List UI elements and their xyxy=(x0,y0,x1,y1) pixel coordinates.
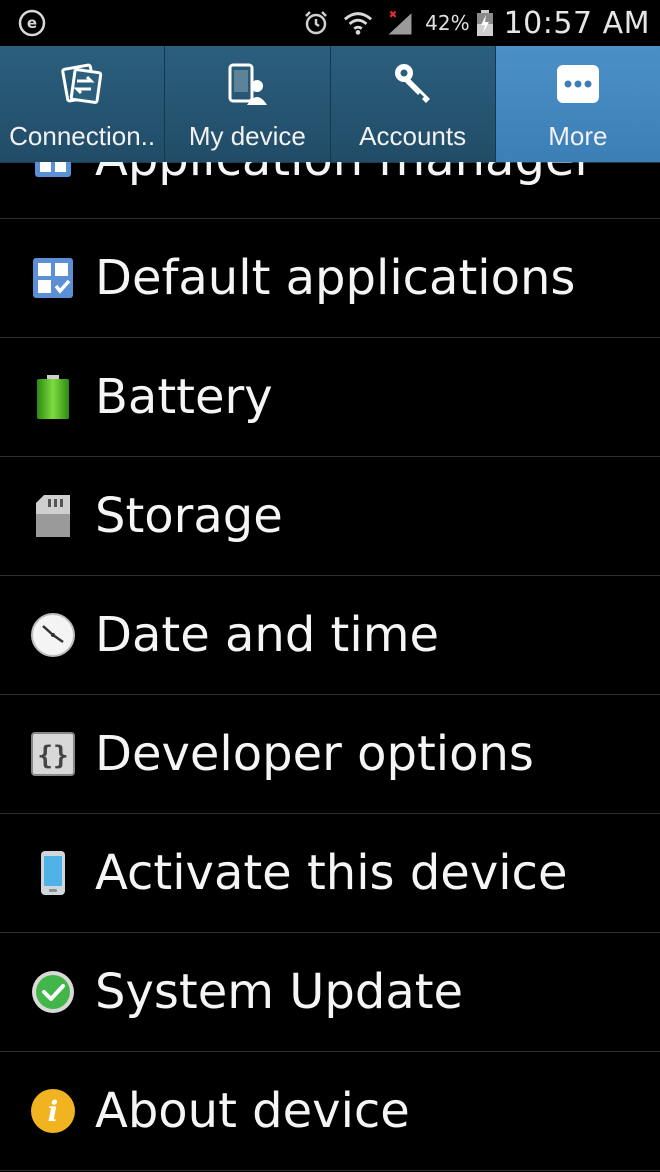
e-notification-icon: e xyxy=(18,9,46,37)
default-applications-icon xyxy=(30,255,76,301)
tab-label: Accounts xyxy=(359,121,467,151)
tab-label: Connection.. xyxy=(9,121,156,151)
more-dots-icon xyxy=(554,60,602,108)
item-label: About device xyxy=(95,1083,410,1139)
item-label: System Update xyxy=(95,964,464,1020)
list-item-application-manager[interactable]: Application manager xyxy=(0,162,660,219)
tab-accounts[interactable]: Accounts xyxy=(331,46,496,162)
list-item-storage[interactable]: Storage xyxy=(0,457,660,576)
accounts-key-icon xyxy=(389,60,437,108)
item-label: Battery xyxy=(95,369,273,425)
phone-icon xyxy=(30,850,76,896)
signal-no-data-icon xyxy=(385,8,415,38)
battery-charging-icon xyxy=(474,8,496,38)
info-icon: i xyxy=(30,1088,76,1134)
storage-icon xyxy=(30,493,76,539)
settings-list[interactable]: Application manager Default applications xyxy=(0,162,660,1172)
item-label: Date and time xyxy=(95,607,439,663)
status-bar: e 42% 10:57 AM xyxy=(0,0,660,46)
battery-icon xyxy=(30,374,76,420)
list-item-date-and-time[interactable]: Date and time xyxy=(0,576,660,695)
tab-label: My device xyxy=(188,121,306,151)
item-label: Developer options xyxy=(95,726,534,782)
clock-time: 10:57 AM xyxy=(503,5,650,41)
item-label: Activate this device xyxy=(95,845,568,901)
tab-more[interactable]: More xyxy=(495,46,660,162)
svg-text:i: i xyxy=(48,1095,59,1128)
item-label: Default applications xyxy=(95,250,576,306)
developer-options-icon: {} xyxy=(30,731,76,777)
tab-my-device[interactable]: My device xyxy=(165,46,331,162)
wifi-icon xyxy=(343,8,373,38)
list-item-developer-options[interactable]: {} Developer options xyxy=(0,695,660,814)
application-manager-icon xyxy=(30,162,76,182)
item-label: Storage xyxy=(95,488,283,544)
list-item-activate-this-device[interactable]: Activate this device xyxy=(0,814,660,933)
battery-percent: 42% xyxy=(425,11,470,35)
tab-label: More xyxy=(548,121,608,151)
list-item-default-applications[interactable]: Default applications xyxy=(0,219,660,338)
list-item-battery[interactable]: Battery xyxy=(0,338,660,457)
list-item-system-update[interactable]: System Update xyxy=(0,933,660,1052)
settings-tab-bar: Connection.. My device Accounts More xyxy=(0,46,660,163)
connections-icon xyxy=(58,60,106,108)
svg-text:e: e xyxy=(27,14,37,32)
item-label: Application manager xyxy=(95,162,594,187)
svg-text:{}: {} xyxy=(37,741,68,771)
clock-icon xyxy=(30,612,76,658)
check-circle-icon xyxy=(30,969,76,1015)
tab-connections[interactable]: Connection.. xyxy=(0,46,166,162)
list-item-about-device[interactable]: i About device xyxy=(0,1052,660,1171)
my-device-icon xyxy=(223,60,271,108)
alarm-icon xyxy=(301,8,331,38)
